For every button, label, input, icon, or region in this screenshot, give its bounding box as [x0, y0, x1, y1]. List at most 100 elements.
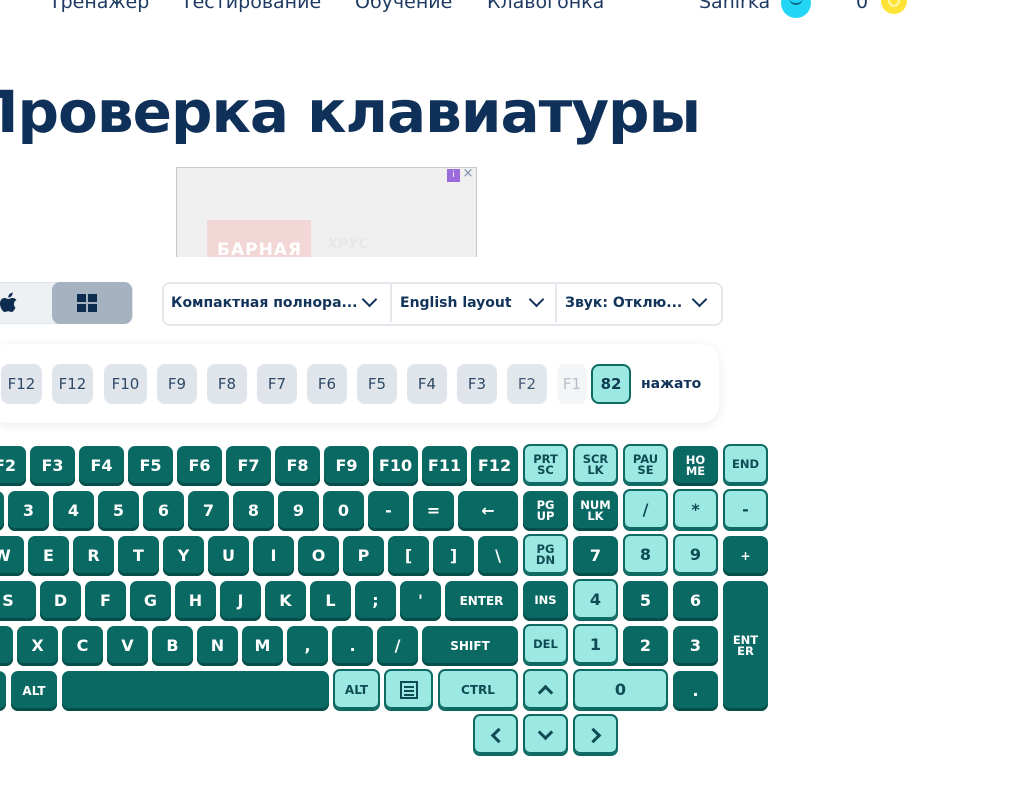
- key-o[interactable]: O: [298, 536, 339, 576]
- key-prtsc[interactable]: PRT SC: [523, 444, 568, 486]
- keyboard-type-select[interactable]: Компактная полнора...: [171, 282, 357, 324]
- key-f8[interactable]: F8: [275, 446, 320, 486]
- ad-banner[interactable]: БАРНАЯ ХРУС i ×: [176, 167, 477, 257]
- key-num-3[interactable]: 3: [673, 626, 718, 666]
- key-arrow-down[interactable]: [523, 714, 568, 756]
- nav-link-learning[interactable]: Обучение: [355, 0, 452, 14]
- key-w[interactable]: W: [0, 536, 24, 576]
- key-comma[interactable]: ,: [287, 626, 328, 666]
- key-num-8[interactable]: 8: [623, 534, 668, 576]
- key-9[interactable]: 9: [278, 491, 319, 531]
- key-win-left[interactable]: [0, 671, 6, 711]
- key-end[interactable]: END: [723, 444, 768, 486]
- key-num-plus[interactable]: +: [723, 536, 768, 576]
- windows-option[interactable]: [52, 282, 132, 324]
- key-arrow-left[interactable]: [473, 714, 518, 756]
- key-num-divide[interactable]: /: [623, 489, 668, 531]
- key-ctrl-right[interactable]: CTRL: [438, 669, 518, 711]
- key-l[interactable]: L: [310, 581, 351, 621]
- key-menu[interactable]: [384, 669, 433, 711]
- key-alt-right[interactable]: ALT: [333, 669, 380, 711]
- key-num-0[interactable]: 0: [573, 669, 668, 711]
- key-del[interactable]: DEL: [523, 624, 568, 666]
- key-shift-right[interactable]: SHIFT: [422, 626, 518, 666]
- key-5[interactable]: 5: [98, 491, 139, 531]
- key-e[interactable]: E: [28, 536, 69, 576]
- key-slash[interactable]: /: [377, 626, 418, 666]
- key-semicolon[interactable]: ;: [355, 581, 396, 621]
- key-f10[interactable]: F10: [373, 446, 418, 486]
- key-space[interactable]: [62, 671, 329, 711]
- key-v[interactable]: V: [107, 626, 148, 666]
- key-j[interactable]: J: [220, 581, 261, 621]
- user-name[interactable]: Sanirka: [699, 0, 770, 14]
- nav-link-typerace[interactable]: Клавогонка: [487, 0, 604, 14]
- key-x[interactable]: X: [17, 626, 58, 666]
- key-0[interactable]: 0: [323, 491, 364, 531]
- key-f9[interactable]: F9: [324, 446, 369, 486]
- key-arrow-up[interactable]: [523, 669, 568, 711]
- key-num-5[interactable]: 5: [623, 581, 668, 621]
- key-pgdn[interactable]: PG DN: [523, 534, 568, 576]
- key-pgup[interactable]: PG UP: [523, 491, 568, 531]
- key-num-9[interactable]: 9: [673, 534, 718, 576]
- key-f5[interactable]: F5: [128, 446, 173, 486]
- key-minus[interactable]: -: [368, 491, 409, 531]
- key-bracket-right[interactable]: ]: [433, 536, 474, 576]
- key-s[interactable]: S: [0, 581, 36, 621]
- key-quote[interactable]: ': [400, 581, 441, 621]
- key-n[interactable]: N: [197, 626, 238, 666]
- key-f7[interactable]: F7: [226, 446, 271, 486]
- key-home[interactable]: HO ME: [673, 446, 718, 486]
- key-enter[interactable]: ENTER: [445, 581, 518, 621]
- smiley-icon[interactable]: [781, 0, 811, 18]
- key-3[interactable]: 3: [8, 491, 49, 531]
- key-num-2[interactable]: 2: [623, 626, 668, 666]
- key-period[interactable]: .: [332, 626, 373, 666]
- layout-select[interactable]: English layout: [400, 282, 512, 324]
- key-f11[interactable]: F11: [422, 446, 467, 486]
- key-f2[interactable]: F2: [0, 446, 26, 486]
- key-p[interactable]: P: [343, 536, 384, 576]
- key-scrlk[interactable]: SCR LK: [573, 444, 618, 486]
- key-d[interactable]: D: [40, 581, 81, 621]
- nav-link-trainer[interactable]: Тренажер: [49, 0, 149, 14]
- key-k[interactable]: K: [265, 581, 306, 621]
- key-arrow-right[interactable]: [573, 714, 618, 756]
- key-y[interactable]: Y: [163, 536, 204, 576]
- key-f6[interactable]: F6: [177, 446, 222, 486]
- key-pause[interactable]: PAU SE: [623, 444, 668, 486]
- key-num-4[interactable]: 4: [573, 579, 618, 621]
- key-shift-left[interactable]: [0, 626, 13, 666]
- key-t[interactable]: T: [118, 536, 159, 576]
- key-bracket-left[interactable]: [: [388, 536, 429, 576]
- ad-close-icon[interactable]: ×: [461, 168, 475, 181]
- key-g[interactable]: G: [130, 581, 171, 621]
- key-b[interactable]: B: [152, 626, 193, 666]
- key-4[interactable]: 4: [53, 491, 94, 531]
- key-backspace[interactable]: ←: [458, 491, 518, 531]
- key-num-dot[interactable]: .: [673, 671, 718, 711]
- key-ins[interactable]: INS: [523, 581, 568, 621]
- key-7[interactable]: 7: [188, 491, 229, 531]
- nav-link-testing[interactable]: Тестирование: [181, 0, 321, 14]
- key-equals[interactable]: =: [413, 491, 454, 531]
- key-f4[interactable]: F4: [79, 446, 124, 486]
- key-f12[interactable]: F12: [471, 446, 518, 486]
- key-2[interactable]: [0, 491, 4, 531]
- key-r[interactable]: R: [73, 536, 114, 576]
- key-6[interactable]: 6: [143, 491, 184, 531]
- sound-select[interactable]: Звук: Отклю...: [565, 282, 682, 324]
- ad-info-icon[interactable]: i: [447, 169, 460, 182]
- key-8[interactable]: 8: [233, 491, 274, 531]
- key-h[interactable]: H: [175, 581, 216, 621]
- key-backslash[interactable]: \: [478, 536, 518, 576]
- key-numlk[interactable]: NUM LK: [573, 491, 618, 531]
- key-c[interactable]: C: [62, 626, 103, 666]
- key-num-1[interactable]: 1: [573, 624, 618, 666]
- key-num-6[interactable]: 6: [673, 581, 718, 621]
- key-i[interactable]: I: [253, 536, 294, 576]
- key-f[interactable]: F: [85, 581, 126, 621]
- key-num-minus[interactable]: -: [723, 489, 768, 531]
- key-num-multiply[interactable]: *: [673, 489, 718, 531]
